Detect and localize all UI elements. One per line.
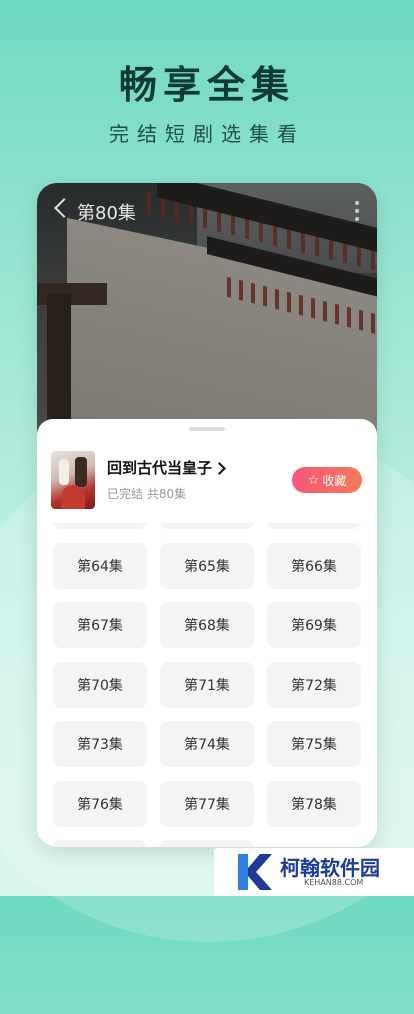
player-topbar: 第80集: [37, 183, 377, 239]
episode-grid: 第64集 第65集 第66集第67集 第68集 第69集第70集 第71集 第72集第73集…: [53, 523, 361, 847]
video-player[interactable]: 第80集: [37, 183, 377, 443]
promo-subline: 完结短剧选集看: [109, 122, 305, 146]
episode-cell[interactable]: [53, 523, 147, 529]
episode-cell[interactable]: 第68集: [160, 602, 254, 648]
episode-cell[interactable]: 第78集: [267, 780, 361, 827]
watermark-name: 柯翰软件园: [280, 856, 380, 880]
back-icon[interactable]: [54, 198, 74, 218]
episode-cell[interactable]: 第67集: [53, 602, 147, 648]
episode-cell[interactable]: 第73集: [53, 721, 147, 767]
episode-cell[interactable]: [160, 523, 254, 529]
episode-cell[interactable]: 第75集: [267, 721, 361, 767]
watermark-url: KEHAN88.COM: [304, 878, 364, 887]
episode-cell[interactable]: 第71集: [160, 661, 254, 708]
episode-cell[interactable]: 第74集: [160, 721, 254, 767]
site-watermark: 柯翰软件园 KEHAN88.COM: [214, 848, 414, 896]
favorite-button[interactable]: ☆ 收藏: [292, 467, 362, 493]
sheet-drag-handle[interactable]: [189, 427, 225, 431]
episode-cell[interactable]: 第64集: [53, 542, 147, 589]
episode-cell[interactable]: [53, 840, 147, 847]
kehan-logo-icon: [238, 854, 272, 890]
episode-cell[interactable]: 第70集: [53, 661, 147, 708]
drama-title[interactable]: 回到古代当皇子: [107, 457, 212, 478]
phone-screen: 第80集 回到古代当皇子 已完结 共80集 ☆ 收藏 第64集 第65集 第66集第…: [37, 183, 377, 847]
chevron-right-icon[interactable]: [213, 462, 226, 475]
episode-sheet: 回到古代当皇子 已完结 共80集 ☆ 收藏 第64集 第65集 第66集 第67集 第6…: [37, 419, 377, 847]
episode-cell[interactable]: 第66集: [267, 542, 361, 589]
episode-cell[interactable]: [267, 523, 361, 529]
episode-cell[interactable]: 第72集: [267, 661, 361, 708]
episode-cell[interactable]: 第77集: [160, 780, 254, 827]
more-icon[interactable]: [355, 201, 359, 221]
episode-cell[interactable]: 第65集: [160, 542, 254, 589]
star-outline-icon: ☆: [307, 472, 320, 488]
promo-headline: 畅享全集: [118, 63, 295, 107]
favorite-label: 收藏: [322, 473, 347, 488]
drama-meta: 已完结 共80集: [107, 487, 187, 501]
episode-cell[interactable]: [160, 840, 254, 847]
drama-cover[interactable]: [51, 451, 95, 509]
episode-cell[interactable]: 第69集: [267, 602, 361, 648]
episode-cell[interactable]: 第76集: [53, 780, 147, 827]
episode-title: 第80集: [77, 203, 136, 224]
